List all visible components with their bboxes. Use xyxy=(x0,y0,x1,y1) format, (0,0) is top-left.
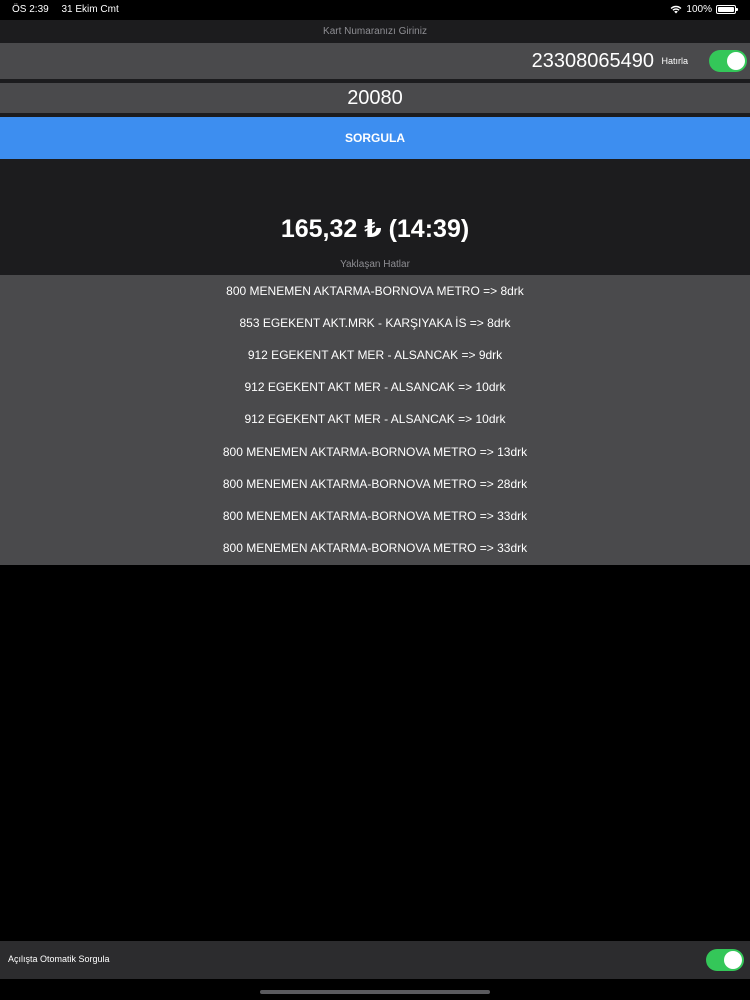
status-left: ÖS 2:39 31 Ekim Cmt xyxy=(12,4,129,15)
battery-icon xyxy=(716,5,738,14)
home-indicator[interactable] xyxy=(260,990,490,994)
status-bar: ÖS 2:39 31 Ekim Cmt 100% xyxy=(0,0,750,20)
query-button[interactable]: SORGULA xyxy=(0,117,750,159)
balance-text: 165,32 ₺ (14:39) xyxy=(280,215,470,243)
list-item[interactable]: 912 EGEKENT AKT MER - ALSANCAK => 10drk xyxy=(0,409,750,429)
card-number-label: Kart Numaranızı Giriniz xyxy=(323,26,427,37)
list-item[interactable]: 800 MENEMEN AKTARMA-BORNOVA METRO => 33d… xyxy=(0,506,750,526)
list-item[interactable]: 853 EGEKENT AKT.MRK - KARŞIYAKA İS => 8d… xyxy=(0,313,750,333)
list-item[interactable]: 800 MENEMEN AKTARMA-BORNOVA METRO => 13d… xyxy=(0,442,750,462)
auto-query-label: Açılışta Otomatik Sorgula xyxy=(8,954,110,964)
list-item[interactable]: 800 MENEMEN AKTARMA-BORNOVA METRO => 28d… xyxy=(0,474,750,494)
toggle-knob xyxy=(727,52,745,70)
wifi-icon xyxy=(671,5,682,14)
status-date: 31 Ekim Cmt xyxy=(61,4,119,15)
status-time: ÖS 2:39 xyxy=(12,4,49,15)
upcoming-lines-list: 800 MENEMEN AKTARMA-BORNOVA METRO => 8dr… xyxy=(0,275,750,565)
toggle-knob xyxy=(724,951,742,969)
list-item[interactable]: 800 MENEMEN AKTARMA-BORNOVA METRO => 33d… xyxy=(0,538,750,558)
status-right: 100% xyxy=(670,4,738,15)
list-item[interactable]: 800 MENEMEN AKTARMA-BORNOVA METRO => 8dr… xyxy=(0,281,750,301)
card-number-input[interactable]: 23308065490 xyxy=(532,50,654,73)
upcoming-lines-label: Yaklaşan Hatlar xyxy=(340,259,410,270)
remember-label: Hatırla xyxy=(661,56,688,66)
auto-query-toggle[interactable] xyxy=(706,949,744,971)
list-item[interactable]: 912 EGEKENT AKT MER - ALSANCAK => 10drk xyxy=(0,377,750,397)
remember-toggle[interactable] xyxy=(709,50,747,72)
battery-percent: 100% xyxy=(686,4,712,15)
stop-code-input[interactable]: 20080 xyxy=(0,83,750,113)
card-number-row: 23308065490 Hatırla xyxy=(0,43,750,79)
list-item[interactable]: 912 EGEKENT AKT MER - ALSANCAK => 9drk xyxy=(0,345,750,365)
auto-query-row: Açılışta Otomatik Sorgula xyxy=(0,941,750,979)
